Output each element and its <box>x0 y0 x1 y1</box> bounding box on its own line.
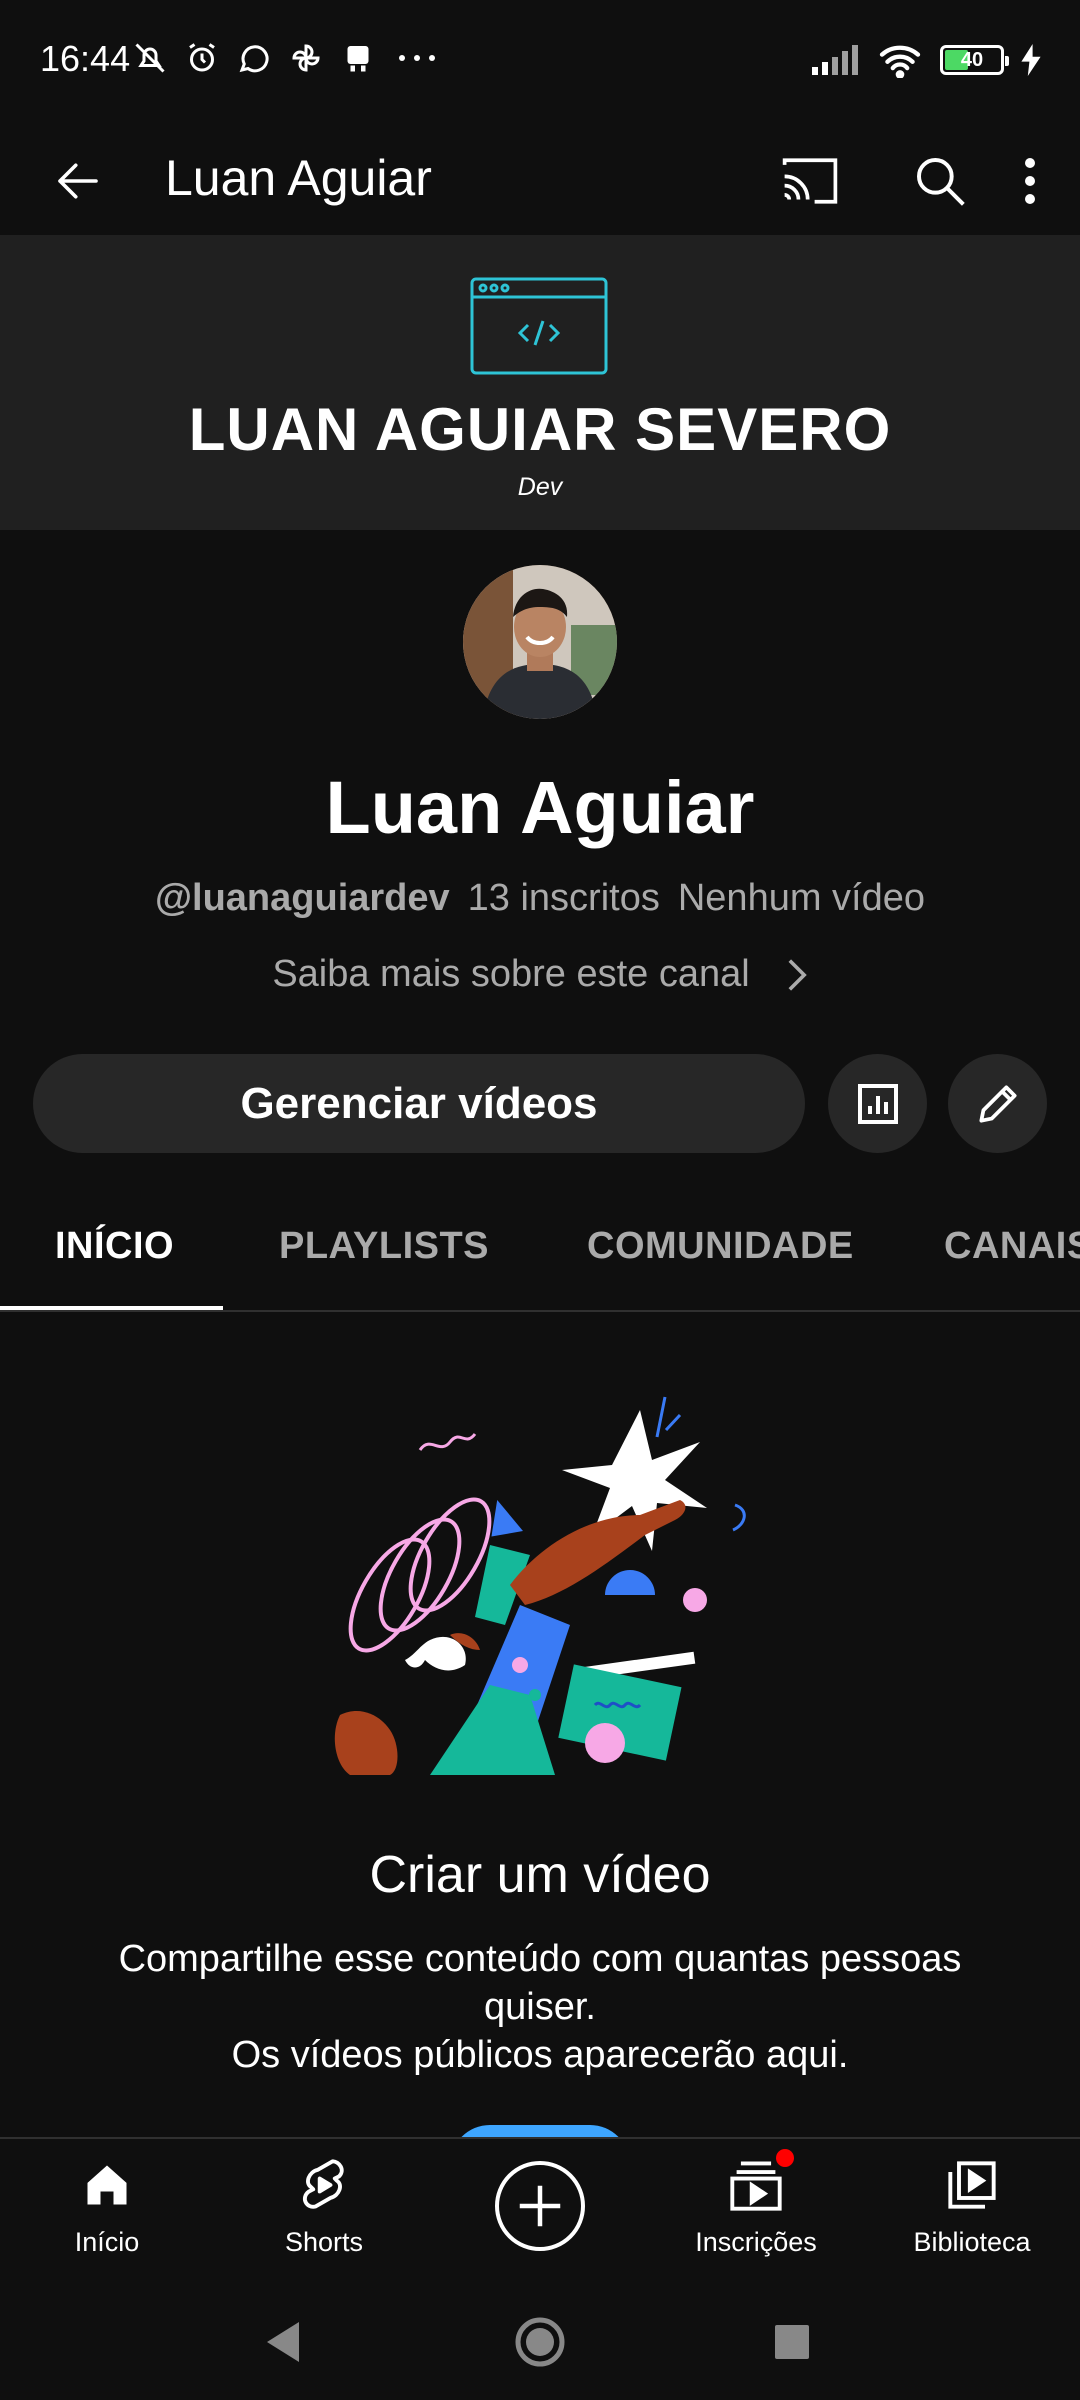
more-vert-icon <box>1025 158 1035 204</box>
banner-subtitle: Dev <box>517 473 563 501</box>
more-dots-icon <box>392 40 442 76</box>
alarm-icon <box>184 40 220 76</box>
avatar[interactable] <box>463 565 617 719</box>
nav-subscriptions-label: Inscrições <box>695 2227 817 2257</box>
status-icons-left <box>132 40 442 76</box>
channel-banner: LUAN AGUIAR SEVERO Dev <box>0 235 1080 530</box>
create-video-illustration <box>334 1396 746 1775</box>
empty-state-description: Compartilhe esse conteúdo com quantas pe… <box>60 1935 1020 2079</box>
channel-tabs: INÍCIO PLAYLISTS COMUNIDADE CANAIS <box>0 1195 1080 1312</box>
analytics-button[interactable] <box>828 1054 927 1153</box>
battery-icon: 40 <box>940 45 1009 75</box>
whatsapp-icon <box>236 40 272 76</box>
delivery-icon <box>340 40 376 76</box>
about-channel-label: Saiba mais sobre este canal <box>272 953 750 995</box>
edit-channel-button[interactable] <box>948 1054 1047 1153</box>
shorts-icon <box>294 2155 354 2215</box>
signal-icon <box>810 42 860 78</box>
library-icon <box>942 2155 1002 2215</box>
notification-dot <box>776 2149 794 2167</box>
subscriber-count: 13 inscritos <box>467 877 660 919</box>
cast-icon <box>782 158 838 204</box>
square-recents-icon <box>775 2325 809 2359</box>
status-bar: 16:44 40 <box>0 0 1080 125</box>
manage-videos-button[interactable]: Gerenciar vídeos <box>33 1054 805 1153</box>
create-button[interactable] <box>495 2161 585 2251</box>
nav-subscriptions[interactable]: Inscrições <box>656 2149 856 2258</box>
subscriptions-icon <box>726 2149 794 2215</box>
chevron-right-icon <box>788 958 807 991</box>
search-icon <box>917 158 965 206</box>
channel-meta: @luanaguiardev 13 inscritos Nenhum vídeo <box>0 877 1080 920</box>
empty-state-line1: Compartilhe esse conteúdo com quantas pe… <box>118 1938 962 2028</box>
back-button[interactable] <box>40 143 116 219</box>
app-bar: Luan Aguiar <box>0 125 1080 235</box>
cast-button[interactable] <box>760 139 860 223</box>
plus-icon <box>519 2185 561 2227</box>
system-navigation <box>0 2282 1080 2400</box>
channel-name: Luan Aguiar <box>325 766 755 849</box>
tab-comunidade[interactable]: COMUNIDADE <box>587 1225 854 1268</box>
channel-handle: @luanaguiardev <box>154 877 450 919</box>
nav-library-label: Biblioteca <box>913 2227 1031 2257</box>
pencil-icon <box>978 1084 1017 1123</box>
empty-state-title: Criar um vídeo <box>369 1846 711 1904</box>
charging-icon <box>1020 42 1042 78</box>
app-bar-actions <box>730 139 1060 223</box>
battery-level: 40 <box>960 48 984 71</box>
active-tab-indicator <box>0 1306 223 1310</box>
about-channel-link[interactable]: Saiba mais sobre este canal <box>0 953 1080 996</box>
triangle-back-icon <box>267 2322 299 2362</box>
wifi-icon <box>876 42 924 78</box>
tab-playlists[interactable]: PLAYLISTS <box>279 1225 489 1268</box>
banner-title: LUAN AGUIAR SEVERO <box>188 396 892 463</box>
code-window-icon <box>470 277 608 375</box>
nav-shorts-label: Shorts <box>284 2227 364 2257</box>
avatar-photo <box>463 565 617 719</box>
circle-home-icon <box>515 2317 565 2367</box>
more-options-button[interactable] <box>1000 139 1060 223</box>
nav-home[interactable]: Início <box>7 2155 207 2258</box>
analytics-icon <box>857 1083 898 1124</box>
empty-state-line2: Os vídeos públicos aparecerão aqui. <box>231 2034 849 2076</box>
video-count: Nenhum vídeo <box>677 877 926 919</box>
nav-shorts[interactable]: Shorts <box>224 2155 424 2258</box>
page-title: Luan Aguiar <box>165 150 432 206</box>
system-back-button[interactable] <box>255 2312 315 2372</box>
nav-library[interactable]: Biblioteca <box>872 2155 1072 2258</box>
tab-canais[interactable]: CANAIS <box>944 1225 1080 1268</box>
home-icon <box>77 2155 137 2215</box>
pinwheel-icon <box>288 40 324 76</box>
status-icons-right: 40 <box>810 42 1042 78</box>
nav-home-label: Início <box>74 2227 140 2257</box>
mute-icon <box>132 40 168 76</box>
search-button[interactable] <box>890 139 990 223</box>
system-recents-button[interactable] <box>762 2312 822 2372</box>
system-home-button[interactable] <box>510 2312 570 2372</box>
bottom-navigation: Início Shorts Inscrições Biblioteca <box>0 2137 1080 2282</box>
status-time: 16:44 <box>40 38 131 79</box>
tab-inicio[interactable]: INÍCIO <box>55 1225 174 1268</box>
back-arrow-icon <box>58 163 98 199</box>
